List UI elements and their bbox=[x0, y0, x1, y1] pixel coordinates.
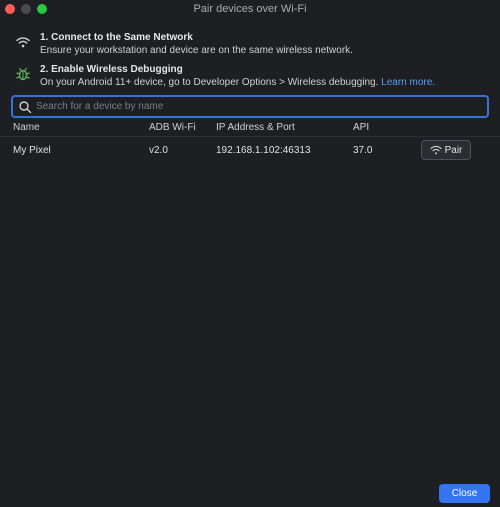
column-header-api[interactable]: API bbox=[353, 122, 369, 133]
window-controls bbox=[5, 4, 47, 14]
title-bar: Pair devices over Wi-Fi bbox=[0, 0, 500, 18]
table-row[interactable]: My Pixel v2.0 192.168.1.102:46313 37.0 P… bbox=[0, 140, 500, 162]
search-input[interactable] bbox=[36, 101, 487, 112]
step-connect-network: 1. Connect to the Same Network Ensure yo… bbox=[14, 31, 353, 57]
step-2-description: On your Android 11+ device, go to Develo… bbox=[40, 77, 379, 88]
search-icon bbox=[19, 100, 32, 113]
column-header-adb-wifi[interactable]: ADB Wi-Fi bbox=[149, 122, 196, 133]
step-1-description: Ensure your workstation and device are o… bbox=[40, 45, 353, 56]
device-ip-address: 192.168.1.102:46313 bbox=[216, 145, 311, 156]
device-adb-version: v2.0 bbox=[149, 145, 168, 156]
column-header-ip-address[interactable]: IP Address & Port bbox=[216, 122, 295, 133]
close-button[interactable]: Close bbox=[439, 484, 490, 503]
column-header-name[interactable]: Name bbox=[13, 122, 40, 133]
close-window-button[interactable] bbox=[5, 4, 15, 14]
window-title: Pair devices over Wi-Fi bbox=[193, 3, 307, 15]
step-2-heading: 2. Enable Wireless Debugging bbox=[40, 64, 183, 75]
step-enable-debugging: 2. Enable Wireless Debugging On your And… bbox=[14, 63, 435, 89]
wifi-icon bbox=[16, 37, 30, 48]
search-box bbox=[11, 95, 489, 118]
table-header: Name ADB Wi-Fi IP Address & Port API bbox=[0, 122, 500, 137]
pair-button[interactable]: Pair bbox=[421, 140, 471, 160]
learn-more-link[interactable]: Learn more. bbox=[381, 77, 435, 88]
step-1-heading: 1. Connect to the Same Network bbox=[40, 32, 193, 43]
bug-icon bbox=[16, 67, 30, 81]
pair-devices-dialog: Pair devices over Wi-Fi 1. Connect to th… bbox=[0, 0, 500, 507]
minimize-window-button[interactable] bbox=[21, 4, 31, 14]
device-name: My Pixel bbox=[13, 145, 51, 156]
zoom-window-button[interactable] bbox=[37, 4, 47, 14]
wifi-icon bbox=[430, 145, 442, 155]
pair-button-label: Pair bbox=[444, 144, 463, 156]
device-api-level: 37.0 bbox=[353, 145, 373, 156]
